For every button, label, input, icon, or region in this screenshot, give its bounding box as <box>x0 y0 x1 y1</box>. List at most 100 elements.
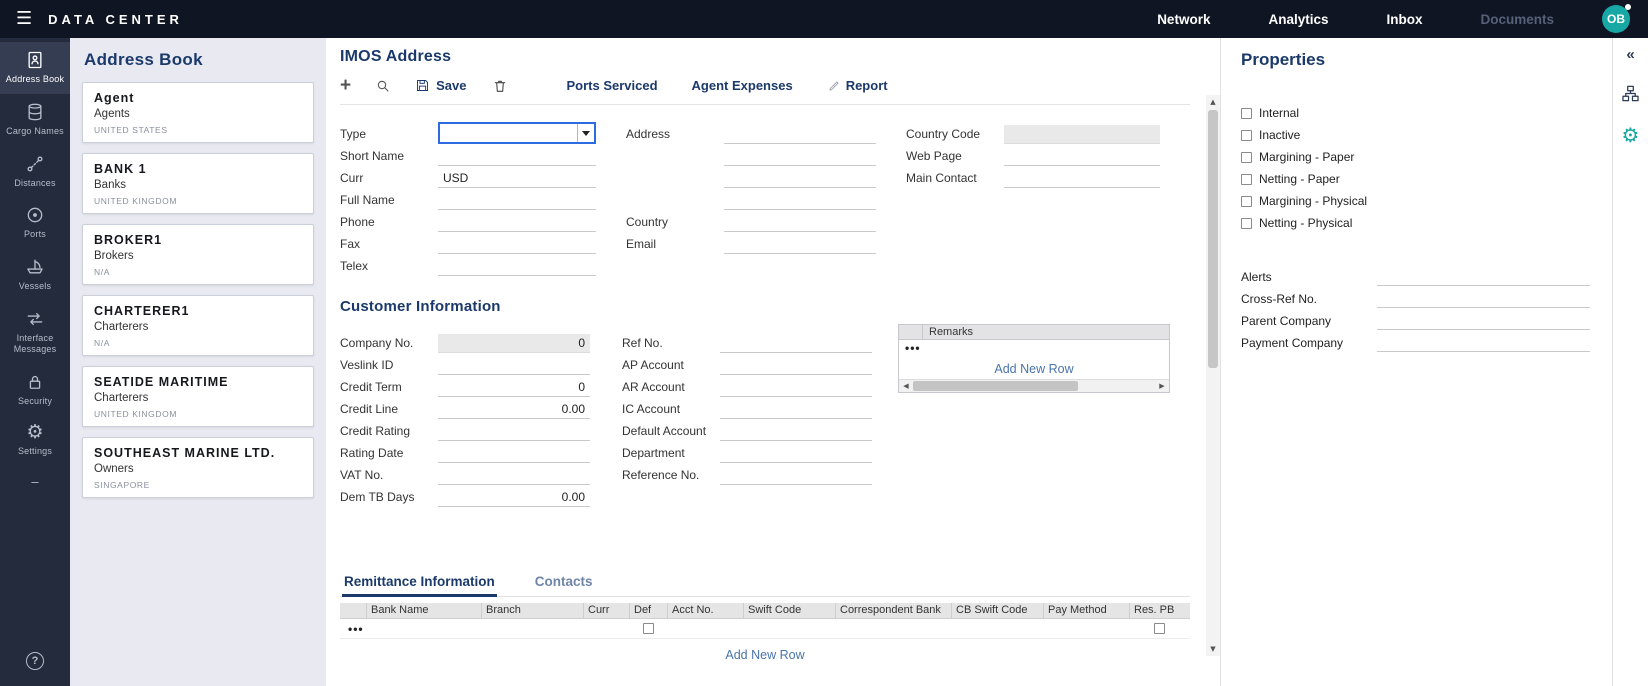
user-avatar[interactable]: OB <box>1602 5 1630 33</box>
sidebar-item-interface-messages[interactable]: Interface Messages <box>0 301 70 364</box>
credit-rating-input[interactable] <box>438 422 590 441</box>
menu-icon[interactable]: ☰ <box>16 10 32 28</box>
sidebar-collapse-dash-icon[interactable]: – <box>0 466 70 497</box>
checkbox-row-inactive[interactable]: Inactive <box>1241 124 1590 146</box>
column-header-pay-method[interactable]: Pay Method <box>1043 603 1129 618</box>
sidebar-item-address-book[interactable]: Address Book <box>0 42 70 94</box>
short-name-input[interactable] <box>438 147 596 166</box>
reference-no-input[interactable] <box>720 466 872 485</box>
correspondent-bank-cell[interactable] <box>835 619 951 638</box>
report-link[interactable]: Report <box>827 78 888 93</box>
email-input[interactable] <box>724 235 876 254</box>
column-header-bank-name[interactable]: Bank Name <box>366 603 481 618</box>
sidebar-item-ports[interactable]: Ports <box>0 197 70 249</box>
scroll-down-icon[interactable]: ▼ <box>1206 642 1220 656</box>
scrollbar-thumb[interactable] <box>913 381 1078 391</box>
remittance-add-new-row-link[interactable]: Add New Row <box>340 648 1190 662</box>
tab-remittance-information[interactable]: Remittance Information <box>342 572 497 597</box>
checkbox-row-netting-paper[interactable]: Netting - Paper <box>1241 168 1590 190</box>
veslink-id-input[interactable] <box>438 356 590 375</box>
default-account-input[interactable] <box>720 422 872 441</box>
address-book-entry[interactable]: BANK 1 Banks UNITED KINGDOM <box>82 153 314 214</box>
swift-code-cell[interactable] <box>743 619 835 638</box>
margining-physical-checkbox[interactable] <box>1241 196 1252 207</box>
full-name-input[interactable] <box>438 191 596 210</box>
column-header-acct-no[interactable]: Acct No. <box>667 603 743 618</box>
main-vertical-scrollbar[interactable]: ▲ ▼ <box>1206 95 1220 656</box>
address-book-entry[interactable]: Agent Agents UNITED STATES <box>82 82 314 143</box>
pay-method-cell[interactable] <box>1043 619 1129 638</box>
checkbox-row-margining-paper[interactable]: Margining - Paper <box>1241 146 1590 168</box>
type-select[interactable] <box>438 122 596 144</box>
nav-documents[interactable]: Documents <box>1480 12 1554 27</box>
help-icon[interactable]: ? <box>26 652 44 670</box>
phone-input[interactable] <box>438 213 596 232</box>
checkbox-row-netting-physical[interactable]: Netting - Physical <box>1241 212 1590 234</box>
telex-input[interactable] <box>438 257 596 276</box>
payment-company-input[interactable] <box>1377 334 1590 352</box>
column-header-cb-swift-code[interactable]: CB Swift Code <box>951 603 1043 618</box>
settings-gear-icon[interactable]: ⚙ <box>1622 125 1640 145</box>
scroll-up-icon[interactable]: ▲ <box>1206 95 1220 109</box>
search-icon[interactable] <box>375 78 391 94</box>
credit-term-input[interactable]: 0 <box>438 378 590 397</box>
scroll-right-icon[interactable]: ▶ <box>1155 380 1169 392</box>
sidebar-item-distances[interactable]: Distances <box>0 146 70 198</box>
main-contact-input[interactable] <box>1004 169 1160 188</box>
remarks-horizontal-scrollbar[interactable]: ◀ ▶ <box>899 379 1169 392</box>
internal-checkbox[interactable] <box>1241 108 1252 119</box>
cross-ref-no-input[interactable] <box>1377 290 1590 308</box>
address-book-entry[interactable]: CHARTERER1 Charterers N/A <box>82 295 314 356</box>
inactive-checkbox[interactable] <box>1241 130 1252 141</box>
sidebar-item-cargo-names[interactable]: Cargo Names <box>0 94 70 146</box>
column-header-def[interactable]: Def <box>629 603 667 618</box>
bank-name-cell[interactable] <box>366 619 481 638</box>
row-menu-icon[interactable]: ••• <box>905 341 921 355</box>
country-input[interactable] <box>724 213 876 232</box>
column-header-swift-code[interactable]: Swift Code <box>743 603 835 618</box>
acct-no-cell[interactable] <box>667 619 743 638</box>
column-header-curr[interactable]: Curr <box>583 603 629 618</box>
sidebar-item-security[interactable]: Security <box>0 364 70 416</box>
netting-paper-checkbox[interactable] <box>1241 174 1252 185</box>
tab-contacts[interactable]: Contacts <box>533 572 595 597</box>
scrollbar-thumb[interactable] <box>1208 110 1218 368</box>
column-header-branch[interactable]: Branch <box>481 603 583 618</box>
checkbox-row-internal[interactable]: Internal <box>1241 102 1590 124</box>
curr-input[interactable]: USD <box>438 169 596 188</box>
remarks-add-new-row-link[interactable]: Add New Row <box>899 362 1169 376</box>
row-menu-icon[interactable]: ••• <box>340 622 364 636</box>
web-page-input[interactable] <box>1004 147 1160 166</box>
nav-network[interactable]: Network <box>1157 12 1210 27</box>
vat-no-input[interactable] <box>438 466 590 485</box>
save-button[interactable]: Save <box>415 78 466 93</box>
ref-no-input[interactable] <box>720 334 872 353</box>
address-book-entry[interactable]: SOUTHEAST MARINE LTD. Owners SINGAPORE <box>82 437 314 498</box>
parent-company-input[interactable] <box>1377 312 1590 330</box>
ar-account-input[interactable] <box>720 378 872 397</box>
address-input-line2[interactable] <box>724 147 876 166</box>
netting-physical-checkbox[interactable] <box>1241 218 1252 229</box>
res-pb-checkbox[interactable] <box>1154 623 1165 634</box>
ic-account-input[interactable] <box>720 400 872 419</box>
alerts-input[interactable] <box>1377 268 1590 286</box>
checkbox-row-margining-physical[interactable]: Margining - Physical <box>1241 190 1590 212</box>
address-input-line3[interactable] <box>724 169 876 188</box>
dem-tb-days-input[interactable]: 0.00 <box>438 488 590 507</box>
ap-account-input[interactable] <box>720 356 872 375</box>
margining-paper-checkbox[interactable] <box>1241 152 1252 163</box>
scroll-left-icon[interactable]: ◀ <box>899 380 913 392</box>
credit-line-input[interactable]: 0.00 <box>438 400 590 419</box>
address-book-entry[interactable]: SEATIDE MARITIME Charterers UNITED KINGD… <box>82 366 314 427</box>
cb-swift-code-cell[interactable] <box>951 619 1043 638</box>
fax-input[interactable] <box>438 235 596 254</box>
address-book-entry[interactable]: BROKER1 Brokers N/A <box>82 224 314 285</box>
hierarchy-icon[interactable] <box>1621 84 1640 103</box>
nav-analytics[interactable]: Analytics <box>1268 12 1328 27</box>
collapse-panel-icon[interactable]: « <box>1626 47 1634 62</box>
sidebar-item-settings[interactable]: ⚙ Settings <box>0 415 70 466</box>
sidebar-item-vessels[interactable]: Vessels <box>0 249 70 301</box>
department-input[interactable] <box>720 444 872 463</box>
delete-icon[interactable] <box>492 78 508 94</box>
curr-cell[interactable] <box>583 619 629 638</box>
